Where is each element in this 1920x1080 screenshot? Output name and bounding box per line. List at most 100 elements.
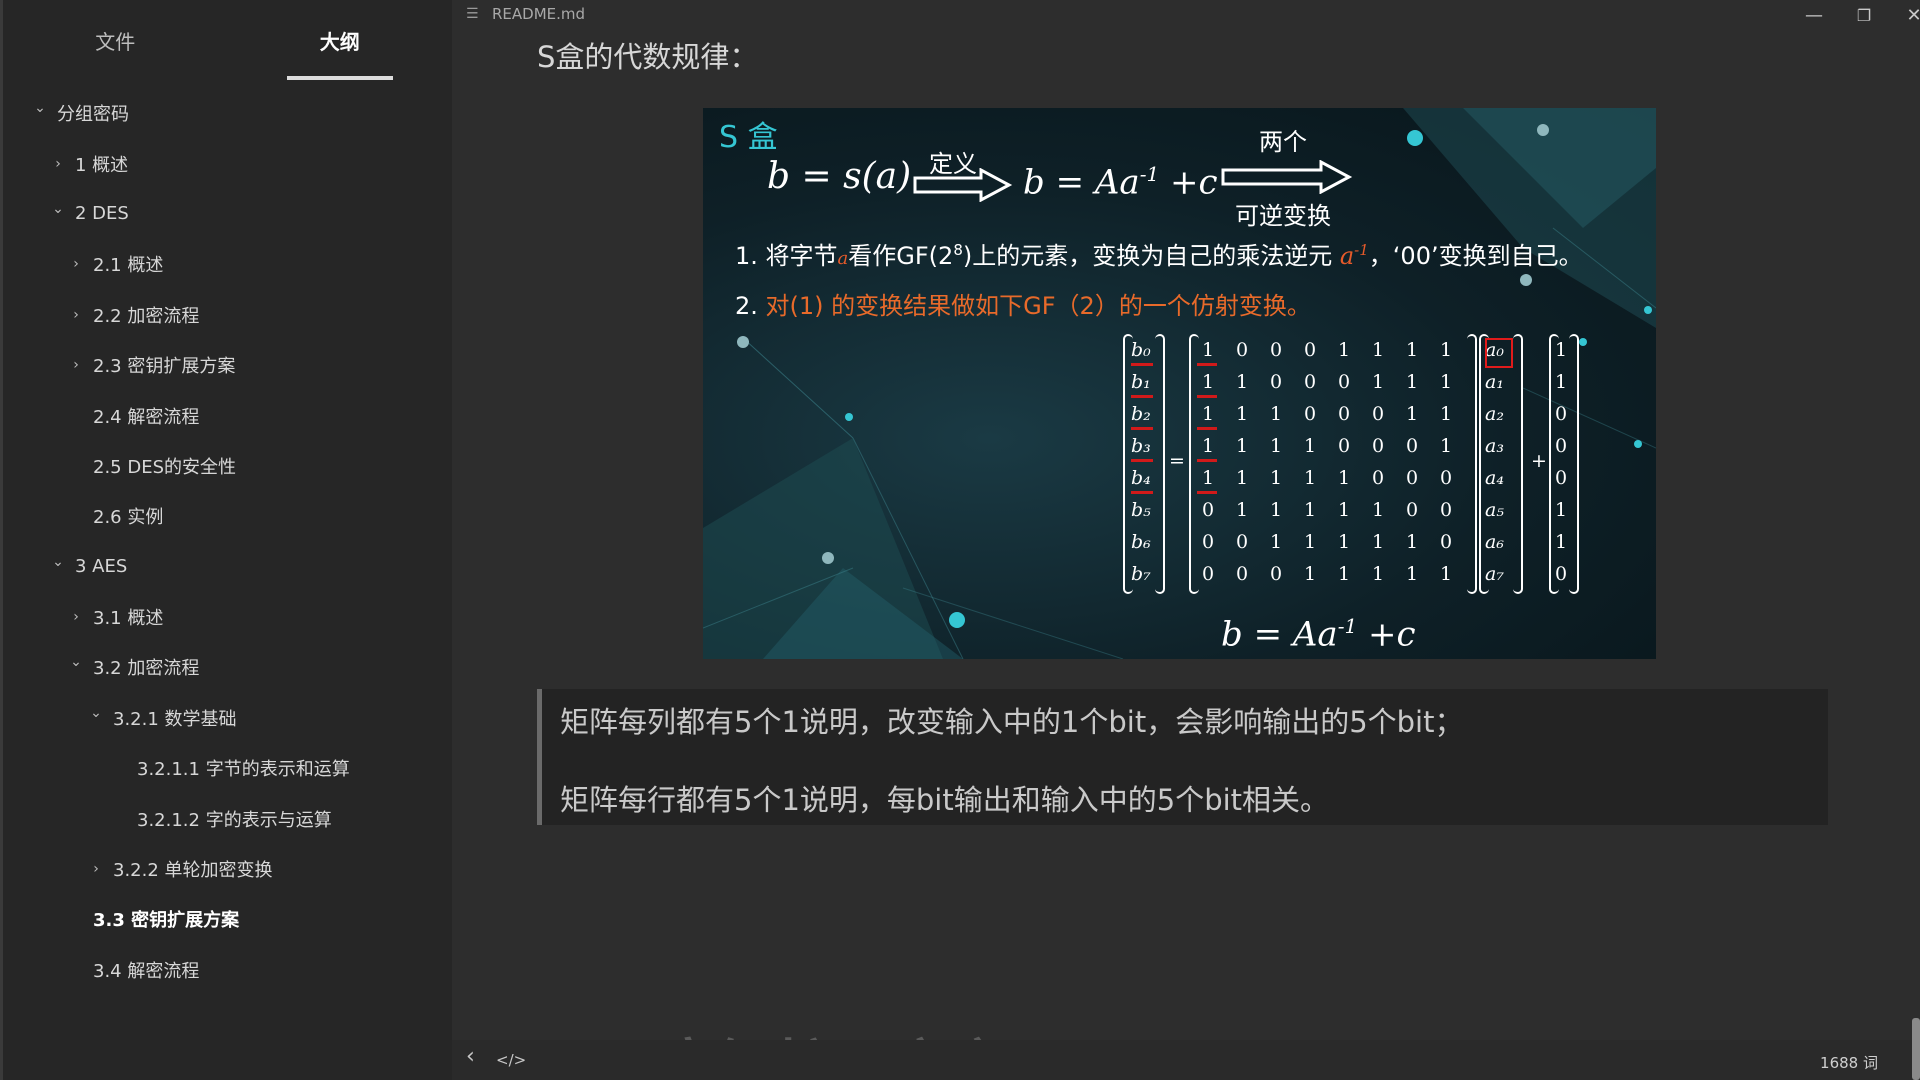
matrix-cell: 0 [1439,499,1453,521]
step-two-body: 对(1) 的变换结果做如下GF（2）的一个仿射变换。 [757,292,1311,320]
matrix-cell: 1 [1371,371,1385,393]
chevron-right-icon[interactable]: › [67,357,85,373]
step-one-part-d: ，‘00’变换到自己。 [1368,242,1583,270]
outline-item-label: 3.4 解密流程 [93,960,200,982]
outline-item[interactable]: ⌄ 分组密码 [3,88,452,138]
outline-item[interactable]: › 3.1 概述 [3,592,452,642]
step-one-sup: 8 [953,241,963,259]
matrix-cell: 1 [1405,563,1419,585]
matrix-row: 00011111 [1191,558,1463,590]
outline-item[interactable]: ›3.4 解密流程 [3,945,452,995]
step-one-part-c: )上的元素，变换为自己的乘法逆元 [962,242,1340,270]
sbox-slide-image: S 盒 b = s(a) 定义 b = Aa-1 +c 两个 可逆变换 1. 将… [703,108,1656,659]
b-vector-entry: b₀ [1131,339,1151,361]
document-icon: ☰ [466,6,479,22]
affine-equation: b = Aa-1 +c [1023,162,1218,202]
matrix-cell: 0 [1303,403,1317,425]
matrix-cell: 0 [1269,339,1283,361]
affine-equation-tail: +c [1159,162,1218,203]
arrow-right-icon [913,168,1013,202]
matrix-cell: 1 [1201,403,1215,425]
arrow-two-label: 两个 [1259,128,1307,156]
chevron-down-icon[interactable]: ⌄ [49,554,67,570]
matrix-cell: 1 [1337,499,1351,521]
outline-item[interactable]: ›3.3 密钥扩展方案 [3,894,452,944]
minimize-button[interactable]: — [1796,2,1832,28]
outline-item-label: 3.2.1.2 字的表示与运算 [137,809,332,831]
outline-item[interactable]: ⌄ 3.2.1 数学基础 [3,693,452,743]
matrix-row: 00111110 [1191,526,1463,558]
chevron-right-icon[interactable]: › [67,609,85,625]
outline-item[interactable]: ⌄ 3.2 加密流程 [3,642,452,692]
source-code-toggle-icon[interactable]: </> [496,1051,526,1069]
equals-sign: = [1169,450,1185,472]
matrix-cell: 0 [1405,467,1419,489]
outline-item[interactable]: ›3.2.1.1 字节的表示和运算 [3,743,452,793]
b-vector-entry: b₃ [1131,435,1151,457]
matrix-cell: 0 [1201,499,1215,521]
outline-item-label: 2.6 实例 [93,507,164,529]
chevron-down-icon[interactable]: ⌄ [67,654,85,670]
matrix-cell: 1 [1201,339,1215,361]
restore-button[interactable]: ❐ [1846,2,1882,28]
outline-item-label: 2.1 概述 [93,255,164,277]
outline-item[interactable]: ⌄ 2 DES [3,189,452,239]
scrollbar-thumb[interactable] [1912,1018,1920,1080]
outline-item[interactable]: › 2.3 密钥扩展方案 [3,340,452,390]
matrix-cell: 1 [1439,403,1453,425]
close-button[interactable]: ✕ [1896,2,1920,28]
outline-item-label: 3.3 密钥扩展方案 [93,910,240,932]
tab-outline[interactable]: 大纲 [228,0,453,80]
tab-files[interactable]: 文件 [3,0,228,80]
matrix-cell: 0 [1201,531,1215,553]
outline-item[interactable]: ›2.5 DES的安全性 [3,441,452,491]
matrix-cell: 1 [1269,467,1283,489]
outline-item[interactable]: ›2.4 解密流程 [3,390,452,440]
back-chevron-icon[interactable]: ‹ [466,1044,475,1069]
chevron-right-icon[interactable]: › [67,256,85,272]
a-vector-entry: a₃ [1485,435,1504,457]
matrix-cell: 1 [1303,563,1317,585]
c-vector-entry: 0 [1554,563,1568,585]
outline-item-label: 2.3 密钥扩展方案 [93,356,236,378]
matrix-cell: 0 [1269,371,1283,393]
a-vector-entry: a₁ [1485,371,1504,393]
c-vector-entry: 0 [1554,467,1568,489]
outline-item[interactable]: › 3.2.2 单轮加密变换 [3,844,452,894]
c-vector-entry: 1 [1554,371,1568,393]
matrix-cell: 1 [1337,563,1351,585]
outline-item[interactable]: ›3.2.1.2 字的表示与运算 [3,793,452,843]
bottom-affine-equation: b = Aa-1 +c [1221,614,1416,654]
outline-item[interactable]: › 1 概述 [3,138,452,188]
matrix-cell: 0 [1235,531,1249,553]
matrix-cell: 1 [1303,499,1317,521]
matrix-cell: 0 [1405,499,1419,521]
chevron-right-icon[interactable]: › [87,861,105,877]
matrix-cell: 1 [1439,371,1453,393]
b-vector-entry: b₂ [1131,403,1151,425]
c-vector-entry: 1 [1554,499,1568,521]
outline-item-label: 2.2 加密流程 [93,305,200,327]
outline-item-label: 2 DES [75,203,129,225]
a-vector-entry: a₂ [1485,403,1504,425]
outline-item-label: 3 AES [75,556,128,578]
step-one-text: 1. 将字节a看作GF(28)上的元素，变换为自己的乘法逆元 a-1，‘00’变… [735,236,1583,271]
matrix-cell: 1 [1235,467,1249,489]
matrix-cell: 1 [1269,499,1283,521]
chevron-down-icon[interactable]: ⌄ [31,100,49,116]
outline-item[interactable]: › 2.1 概述 [3,239,452,289]
outline-item[interactable]: › 2.2 加密流程 [3,290,452,340]
word-count: 1688 词 [1820,1054,1878,1072]
chevron-right-icon[interactable]: › [67,307,85,323]
chevron-down-icon[interactable]: ⌄ [87,705,105,721]
step-two-text: 2. 对(1) 的变换结果做如下GF（2）的一个仿射变换。 [735,286,1311,321]
outline-item-label: 2.5 DES的安全性 [93,456,237,478]
outline-item-label: 1 概述 [75,154,129,176]
matrix-cell: 1 [1405,339,1419,361]
matrix-cell: 0 [1269,563,1283,585]
chevron-down-icon[interactable]: ⌄ [49,201,67,217]
matrix-cell: 1 [1235,403,1249,425]
outline-item[interactable]: ⌄ 3 AES [3,542,452,592]
chevron-right-icon[interactable]: › [49,156,67,172]
outline-item[interactable]: ›2.6 实例 [3,491,452,541]
